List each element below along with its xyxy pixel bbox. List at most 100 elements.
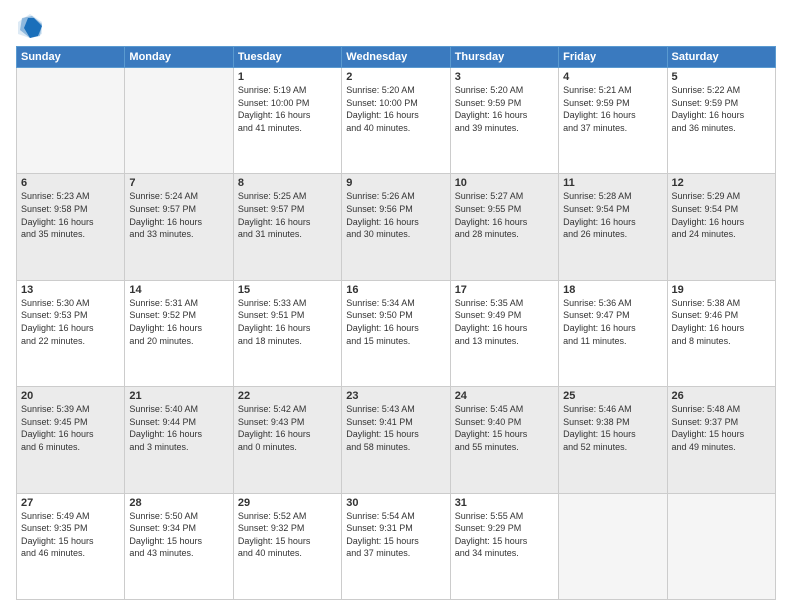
calendar-cell: [559, 493, 667, 599]
day-number: 20: [21, 390, 120, 402]
week-row-2: 6Sunrise: 5:23 AM Sunset: 9:58 PM Daylig…: [17, 174, 776, 280]
calendar-cell: 15Sunrise: 5:33 AM Sunset: 9:51 PM Dayli…: [233, 280, 341, 386]
day-info: Sunrise: 5:30 AM Sunset: 9:53 PM Dayligh…: [21, 297, 120, 347]
calendar-cell: 24Sunrise: 5:45 AM Sunset: 9:40 PM Dayli…: [450, 387, 558, 493]
day-info: Sunrise: 5:46 AM Sunset: 9:38 PM Dayligh…: [563, 403, 662, 453]
calendar-cell: 1Sunrise: 5:19 AM Sunset: 10:00 PM Dayli…: [233, 68, 341, 174]
day-info: Sunrise: 5:25 AM Sunset: 9:57 PM Dayligh…: [238, 190, 337, 240]
day-number: 8: [238, 177, 337, 189]
day-info: Sunrise: 5:36 AM Sunset: 9:47 PM Dayligh…: [563, 297, 662, 347]
weekday-header-sunday: Sunday: [17, 47, 125, 68]
day-number: 1: [238, 71, 337, 83]
calendar-cell: 4Sunrise: 5:21 AM Sunset: 9:59 PM Daylig…: [559, 68, 667, 174]
weekday-header-row: SundayMondayTuesdayWednesdayThursdayFrid…: [17, 47, 776, 68]
calendar-cell: 18Sunrise: 5:36 AM Sunset: 9:47 PM Dayli…: [559, 280, 667, 386]
day-number: 19: [672, 284, 771, 296]
day-number: 2: [346, 71, 445, 83]
day-number: 10: [455, 177, 554, 189]
day-number: 12: [672, 177, 771, 189]
calendar-cell: 26Sunrise: 5:48 AM Sunset: 9:37 PM Dayli…: [667, 387, 775, 493]
day-info: Sunrise: 5:26 AM Sunset: 9:56 PM Dayligh…: [346, 190, 445, 240]
calendar-cell: 6Sunrise: 5:23 AM Sunset: 9:58 PM Daylig…: [17, 174, 125, 280]
calendar-cell: 30Sunrise: 5:54 AM Sunset: 9:31 PM Dayli…: [342, 493, 450, 599]
day-number: 15: [238, 284, 337, 296]
day-number: 24: [455, 390, 554, 402]
day-number: 25: [563, 390, 662, 402]
day-info: Sunrise: 5:20 AM Sunset: 9:59 PM Dayligh…: [455, 84, 554, 134]
day-info: Sunrise: 5:38 AM Sunset: 9:46 PM Dayligh…: [672, 297, 771, 347]
week-row-1: 1Sunrise: 5:19 AM Sunset: 10:00 PM Dayli…: [17, 68, 776, 174]
day-info: Sunrise: 5:27 AM Sunset: 9:55 PM Dayligh…: [455, 190, 554, 240]
day-number: 11: [563, 177, 662, 189]
day-info: Sunrise: 5:34 AM Sunset: 9:50 PM Dayligh…: [346, 297, 445, 347]
day-number: 4: [563, 71, 662, 83]
day-info: Sunrise: 5:22 AM Sunset: 9:59 PM Dayligh…: [672, 84, 771, 134]
calendar-cell: 7Sunrise: 5:24 AM Sunset: 9:57 PM Daylig…: [125, 174, 233, 280]
day-info: Sunrise: 5:48 AM Sunset: 9:37 PM Dayligh…: [672, 403, 771, 453]
calendar-cell: 31Sunrise: 5:55 AM Sunset: 9:29 PM Dayli…: [450, 493, 558, 599]
week-row-4: 20Sunrise: 5:39 AM Sunset: 9:45 PM Dayli…: [17, 387, 776, 493]
day-number: 23: [346, 390, 445, 402]
day-info: Sunrise: 5:23 AM Sunset: 9:58 PM Dayligh…: [21, 190, 120, 240]
week-row-3: 13Sunrise: 5:30 AM Sunset: 9:53 PM Dayli…: [17, 280, 776, 386]
weekday-header-friday: Friday: [559, 47, 667, 68]
day-info: Sunrise: 5:55 AM Sunset: 9:29 PM Dayligh…: [455, 510, 554, 560]
day-number: 31: [455, 497, 554, 509]
day-number: 6: [21, 177, 120, 189]
day-number: 26: [672, 390, 771, 402]
logo-icon: [16, 12, 44, 40]
calendar-cell: 10Sunrise: 5:27 AM Sunset: 9:55 PM Dayli…: [450, 174, 558, 280]
day-number: 13: [21, 284, 120, 296]
day-info: Sunrise: 5:31 AM Sunset: 9:52 PM Dayligh…: [129, 297, 228, 347]
day-info: Sunrise: 5:24 AM Sunset: 9:57 PM Dayligh…: [129, 190, 228, 240]
day-info: Sunrise: 5:52 AM Sunset: 9:32 PM Dayligh…: [238, 510, 337, 560]
calendar-cell: 19Sunrise: 5:38 AM Sunset: 9:46 PM Dayli…: [667, 280, 775, 386]
day-number: 21: [129, 390, 228, 402]
day-info: Sunrise: 5:33 AM Sunset: 9:51 PM Dayligh…: [238, 297, 337, 347]
calendar-cell: 12Sunrise: 5:29 AM Sunset: 9:54 PM Dayli…: [667, 174, 775, 280]
day-number: 14: [129, 284, 228, 296]
weekday-header-tuesday: Tuesday: [233, 47, 341, 68]
calendar-table: SundayMondayTuesdayWednesdayThursdayFrid…: [16, 46, 776, 600]
calendar-cell: 23Sunrise: 5:43 AM Sunset: 9:41 PM Dayli…: [342, 387, 450, 493]
day-info: Sunrise: 5:20 AM Sunset: 10:00 PM Daylig…: [346, 84, 445, 134]
day-number: 5: [672, 71, 771, 83]
weekday-header-thursday: Thursday: [450, 47, 558, 68]
calendar-cell: 3Sunrise: 5:20 AM Sunset: 9:59 PM Daylig…: [450, 68, 558, 174]
calendar-cell: 22Sunrise: 5:42 AM Sunset: 9:43 PM Dayli…: [233, 387, 341, 493]
day-info: Sunrise: 5:29 AM Sunset: 9:54 PM Dayligh…: [672, 190, 771, 240]
day-info: Sunrise: 5:45 AM Sunset: 9:40 PM Dayligh…: [455, 403, 554, 453]
calendar-cell: 13Sunrise: 5:30 AM Sunset: 9:53 PM Dayli…: [17, 280, 125, 386]
day-number: 3: [455, 71, 554, 83]
day-number: 30: [346, 497, 445, 509]
day-number: 28: [129, 497, 228, 509]
calendar-cell: 21Sunrise: 5:40 AM Sunset: 9:44 PM Dayli…: [125, 387, 233, 493]
day-number: 17: [455, 284, 554, 296]
day-info: Sunrise: 5:39 AM Sunset: 9:45 PM Dayligh…: [21, 403, 120, 453]
calendar-cell: 16Sunrise: 5:34 AM Sunset: 9:50 PM Dayli…: [342, 280, 450, 386]
page: SundayMondayTuesdayWednesdayThursdayFrid…: [0, 0, 792, 612]
calendar-cell: 29Sunrise: 5:52 AM Sunset: 9:32 PM Dayli…: [233, 493, 341, 599]
day-number: 27: [21, 497, 120, 509]
calendar-cell: 5Sunrise: 5:22 AM Sunset: 9:59 PM Daylig…: [667, 68, 775, 174]
logo: [16, 12, 46, 40]
day-info: Sunrise: 5:28 AM Sunset: 9:54 PM Dayligh…: [563, 190, 662, 240]
day-number: 9: [346, 177, 445, 189]
calendar-cell: 8Sunrise: 5:25 AM Sunset: 9:57 PM Daylig…: [233, 174, 341, 280]
day-info: Sunrise: 5:50 AM Sunset: 9:34 PM Dayligh…: [129, 510, 228, 560]
calendar-cell: [17, 68, 125, 174]
calendar-cell: 11Sunrise: 5:28 AM Sunset: 9:54 PM Dayli…: [559, 174, 667, 280]
header: [16, 12, 776, 40]
day-info: Sunrise: 5:21 AM Sunset: 9:59 PM Dayligh…: [563, 84, 662, 134]
calendar-cell: 17Sunrise: 5:35 AM Sunset: 9:49 PM Dayli…: [450, 280, 558, 386]
calendar-cell: [125, 68, 233, 174]
calendar-cell: 20Sunrise: 5:39 AM Sunset: 9:45 PM Dayli…: [17, 387, 125, 493]
calendar-cell: 9Sunrise: 5:26 AM Sunset: 9:56 PM Daylig…: [342, 174, 450, 280]
calendar-cell: 14Sunrise: 5:31 AM Sunset: 9:52 PM Dayli…: [125, 280, 233, 386]
day-info: Sunrise: 5:40 AM Sunset: 9:44 PM Dayligh…: [129, 403, 228, 453]
calendar-cell: 2Sunrise: 5:20 AM Sunset: 10:00 PM Dayli…: [342, 68, 450, 174]
day-info: Sunrise: 5:43 AM Sunset: 9:41 PM Dayligh…: [346, 403, 445, 453]
week-row-5: 27Sunrise: 5:49 AM Sunset: 9:35 PM Dayli…: [17, 493, 776, 599]
day-number: 16: [346, 284, 445, 296]
calendar-cell: 25Sunrise: 5:46 AM Sunset: 9:38 PM Dayli…: [559, 387, 667, 493]
